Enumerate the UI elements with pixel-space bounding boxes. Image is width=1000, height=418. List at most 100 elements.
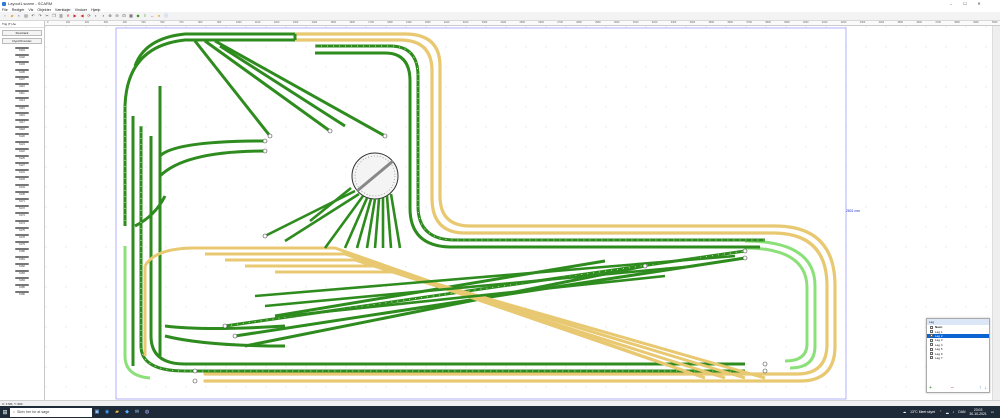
taskbar-search[interactable]: ⌕ Skriv her for at søge <box>10 407 92 417</box>
task-view-icon[interactable]: ▣ <box>92 406 102 418</box>
library-item[interactable]: 6116 <box>4 111 40 118</box>
zoom-in-icon[interactable]: ⊕ <box>107 13 113 19</box>
flex-track-icon[interactable]: ◑ <box>100 13 106 19</box>
windows-start-icon[interactable]: ⊞ <box>0 406 10 418</box>
header-checkbox[interactable] <box>930 325 933 329</box>
library-item[interactable]: 6181 <box>4 254 40 261</box>
library-item[interactable]: 6106 <box>4 68 40 75</box>
library-item[interactable]: 6186 <box>4 290 40 297</box>
tab-switches[interactable]: Flyet/Omroder <box>2 38 42 44</box>
cut-icon[interactable]: ✂ <box>44 13 50 19</box>
maximize-button[interactable]: ☐ <box>958 0 972 7</box>
layer-visibility-checkbox[interactable] <box>930 347 933 351</box>
layer-visibility-checkbox[interactable] <box>930 352 933 356</box>
library-item[interactable]: 6127 <box>4 161 40 168</box>
library-item[interactable]: 6102 <box>4 53 40 60</box>
library-item[interactable]: 6120 <box>4 132 40 139</box>
library-item[interactable]: 6185 <box>4 283 40 290</box>
library-item[interactable]: 6179 <box>4 240 40 247</box>
menu-help[interactable]: Hjælp <box>91 8 100 12</box>
zoom-fit-icon[interactable]: ⊡ <box>121 13 127 19</box>
menu-tools[interactable]: Værktøjer <box>55 8 71 12</box>
arrow-left-icon[interactable]: ◀ <box>79 13 85 19</box>
library-item[interactable]: 6174 <box>4 219 40 226</box>
library-item[interactable]: 6115 <box>4 104 40 111</box>
info-icon[interactable]: ⓘ <box>163 13 169 19</box>
library-item[interactable]: 6178 <box>4 233 40 240</box>
library-item[interactable]: 6114 <box>4 96 40 103</box>
scarm-app-icon[interactable]: ◍ <box>142 406 152 418</box>
delete-icon[interactable]: ✕ <box>65 13 71 19</box>
layer-visibility-checkbox[interactable] <box>930 334 933 338</box>
print-icon[interactable]: ▤ <box>23 13 29 19</box>
library-item[interactable]: 6173 <box>4 211 40 218</box>
library-item[interactable]: 6101 <box>4 46 40 53</box>
language-indicator[interactable]: DAN <box>958 410 965 414</box>
library-item[interactable]: 6136 <box>4 190 40 197</box>
library-item[interactable]: 6111 <box>4 89 40 96</box>
library-header[interactable]: Trig (T) Ae <box>0 21 44 28</box>
undo-icon[interactable]: ↶ <box>30 13 36 19</box>
mail-icon[interactable]: ✉ <box>132 406 142 418</box>
menu-file[interactable]: File <box>2 8 8 12</box>
library-item[interactable]: 6110 <box>4 82 40 89</box>
store-icon[interactable]: ◆ <box>122 406 132 418</box>
tray-chevron-icon[interactable]: ⌃ <box>939 410 942 414</box>
volume-icon[interactable]: ♪ <box>953 410 955 414</box>
track-plan[interactable]: 2801 mm <box>45 26 992 404</box>
remove-layer-button[interactable]: – <box>951 385 954 391</box>
3d-view-icon[interactable]: ◆ <box>135 13 141 19</box>
library-item[interactable]: 6134 <box>4 183 40 190</box>
track-icon[interactable]: ◐ <box>93 13 99 19</box>
network-icon[interactable]: ▂ <box>946 410 949 414</box>
library-item[interactable]: 6171 <box>4 197 40 204</box>
edge-icon[interactable]: ◉ <box>102 406 112 418</box>
tab-flexitrack[interactable]: Flexitrack <box>2 30 42 36</box>
library-item[interactable]: 6172 <box>4 204 40 211</box>
explorer-icon[interactable]: ▰ <box>112 406 122 418</box>
move-layer-up-button[interactable]: ↑ <box>979 385 982 391</box>
notifications-icon[interactable]: ▭ <box>991 410 994 414</box>
menu-objects[interactable]: Objekter <box>37 8 51 12</box>
library-item[interactable]: 6121 <box>4 139 40 146</box>
layer-visibility-checkbox[interactable] <box>930 356 933 360</box>
library-item[interactable]: 6118 <box>4 125 40 132</box>
open-folder-icon[interactable]: ▰ <box>9 13 15 19</box>
library-item[interactable]: 6182 <box>4 262 40 269</box>
layer-row[interactable]: Lag 7 <box>927 356 989 360</box>
zoom-out-icon[interactable]: ⊖ <box>114 13 120 19</box>
minimize-button[interactable]: – <box>944 0 958 7</box>
menu-windows[interactable]: Vinduer <box>75 8 87 12</box>
layers-icon[interactable]: ≡ <box>142 13 148 19</box>
library-item[interactable]: 6107 <box>4 75 40 82</box>
library-item[interactable]: 6122 <box>4 147 40 154</box>
library-item[interactable]: 6133 <box>4 175 40 182</box>
add-layer-button[interactable]: + <box>929 385 932 391</box>
layer-visibility-checkbox[interactable] <box>930 330 933 334</box>
new-file-icon[interactable]: ▫ <box>2 13 8 19</box>
close-button[interactable]: ✕ <box>972 0 986 7</box>
library-item[interactable]: 6131 <box>4 168 40 175</box>
help-icon[interactable]: ● <box>156 13 162 19</box>
vertical-scrollbar[interactable] <box>992 26 1000 404</box>
measure-icon[interactable]: ↔ <box>149 13 155 19</box>
redo-icon[interactable]: ↷ <box>37 13 43 19</box>
save-icon[interactable]: ▪ <box>16 13 22 19</box>
move-layer-down-button[interactable]: ↓ <box>985 385 988 391</box>
copy-icon[interactable]: ❐ <box>51 13 57 19</box>
arrow-right-icon[interactable]: ▶ <box>72 13 78 19</box>
library-item[interactable]: 6175 <box>4 226 40 233</box>
menu-edit[interactable]: Redigér <box>12 8 25 12</box>
rotate-icon[interactable]: ⟳ <box>86 13 92 19</box>
library-item[interactable]: 6184 <box>4 276 40 283</box>
library-item[interactable]: 6117 <box>4 118 40 125</box>
clock[interactable]: 23:03 30-10-2021 <box>969 408 986 416</box>
library-item[interactable]: 6180 <box>4 247 40 254</box>
layer-visibility-checkbox[interactable] <box>930 338 933 342</box>
paste-icon[interactable]: ▥ <box>58 13 64 19</box>
weather-text[interactable]: 13°C Meet skyet <box>910 410 935 414</box>
menu-view[interactable]: Vis <box>28 8 33 12</box>
grid-icon[interactable]: ▦ <box>128 13 134 19</box>
layout-canvas[interactable]: 2801 mm <box>45 26 992 404</box>
library-item[interactable]: 6103 <box>4 60 40 67</box>
